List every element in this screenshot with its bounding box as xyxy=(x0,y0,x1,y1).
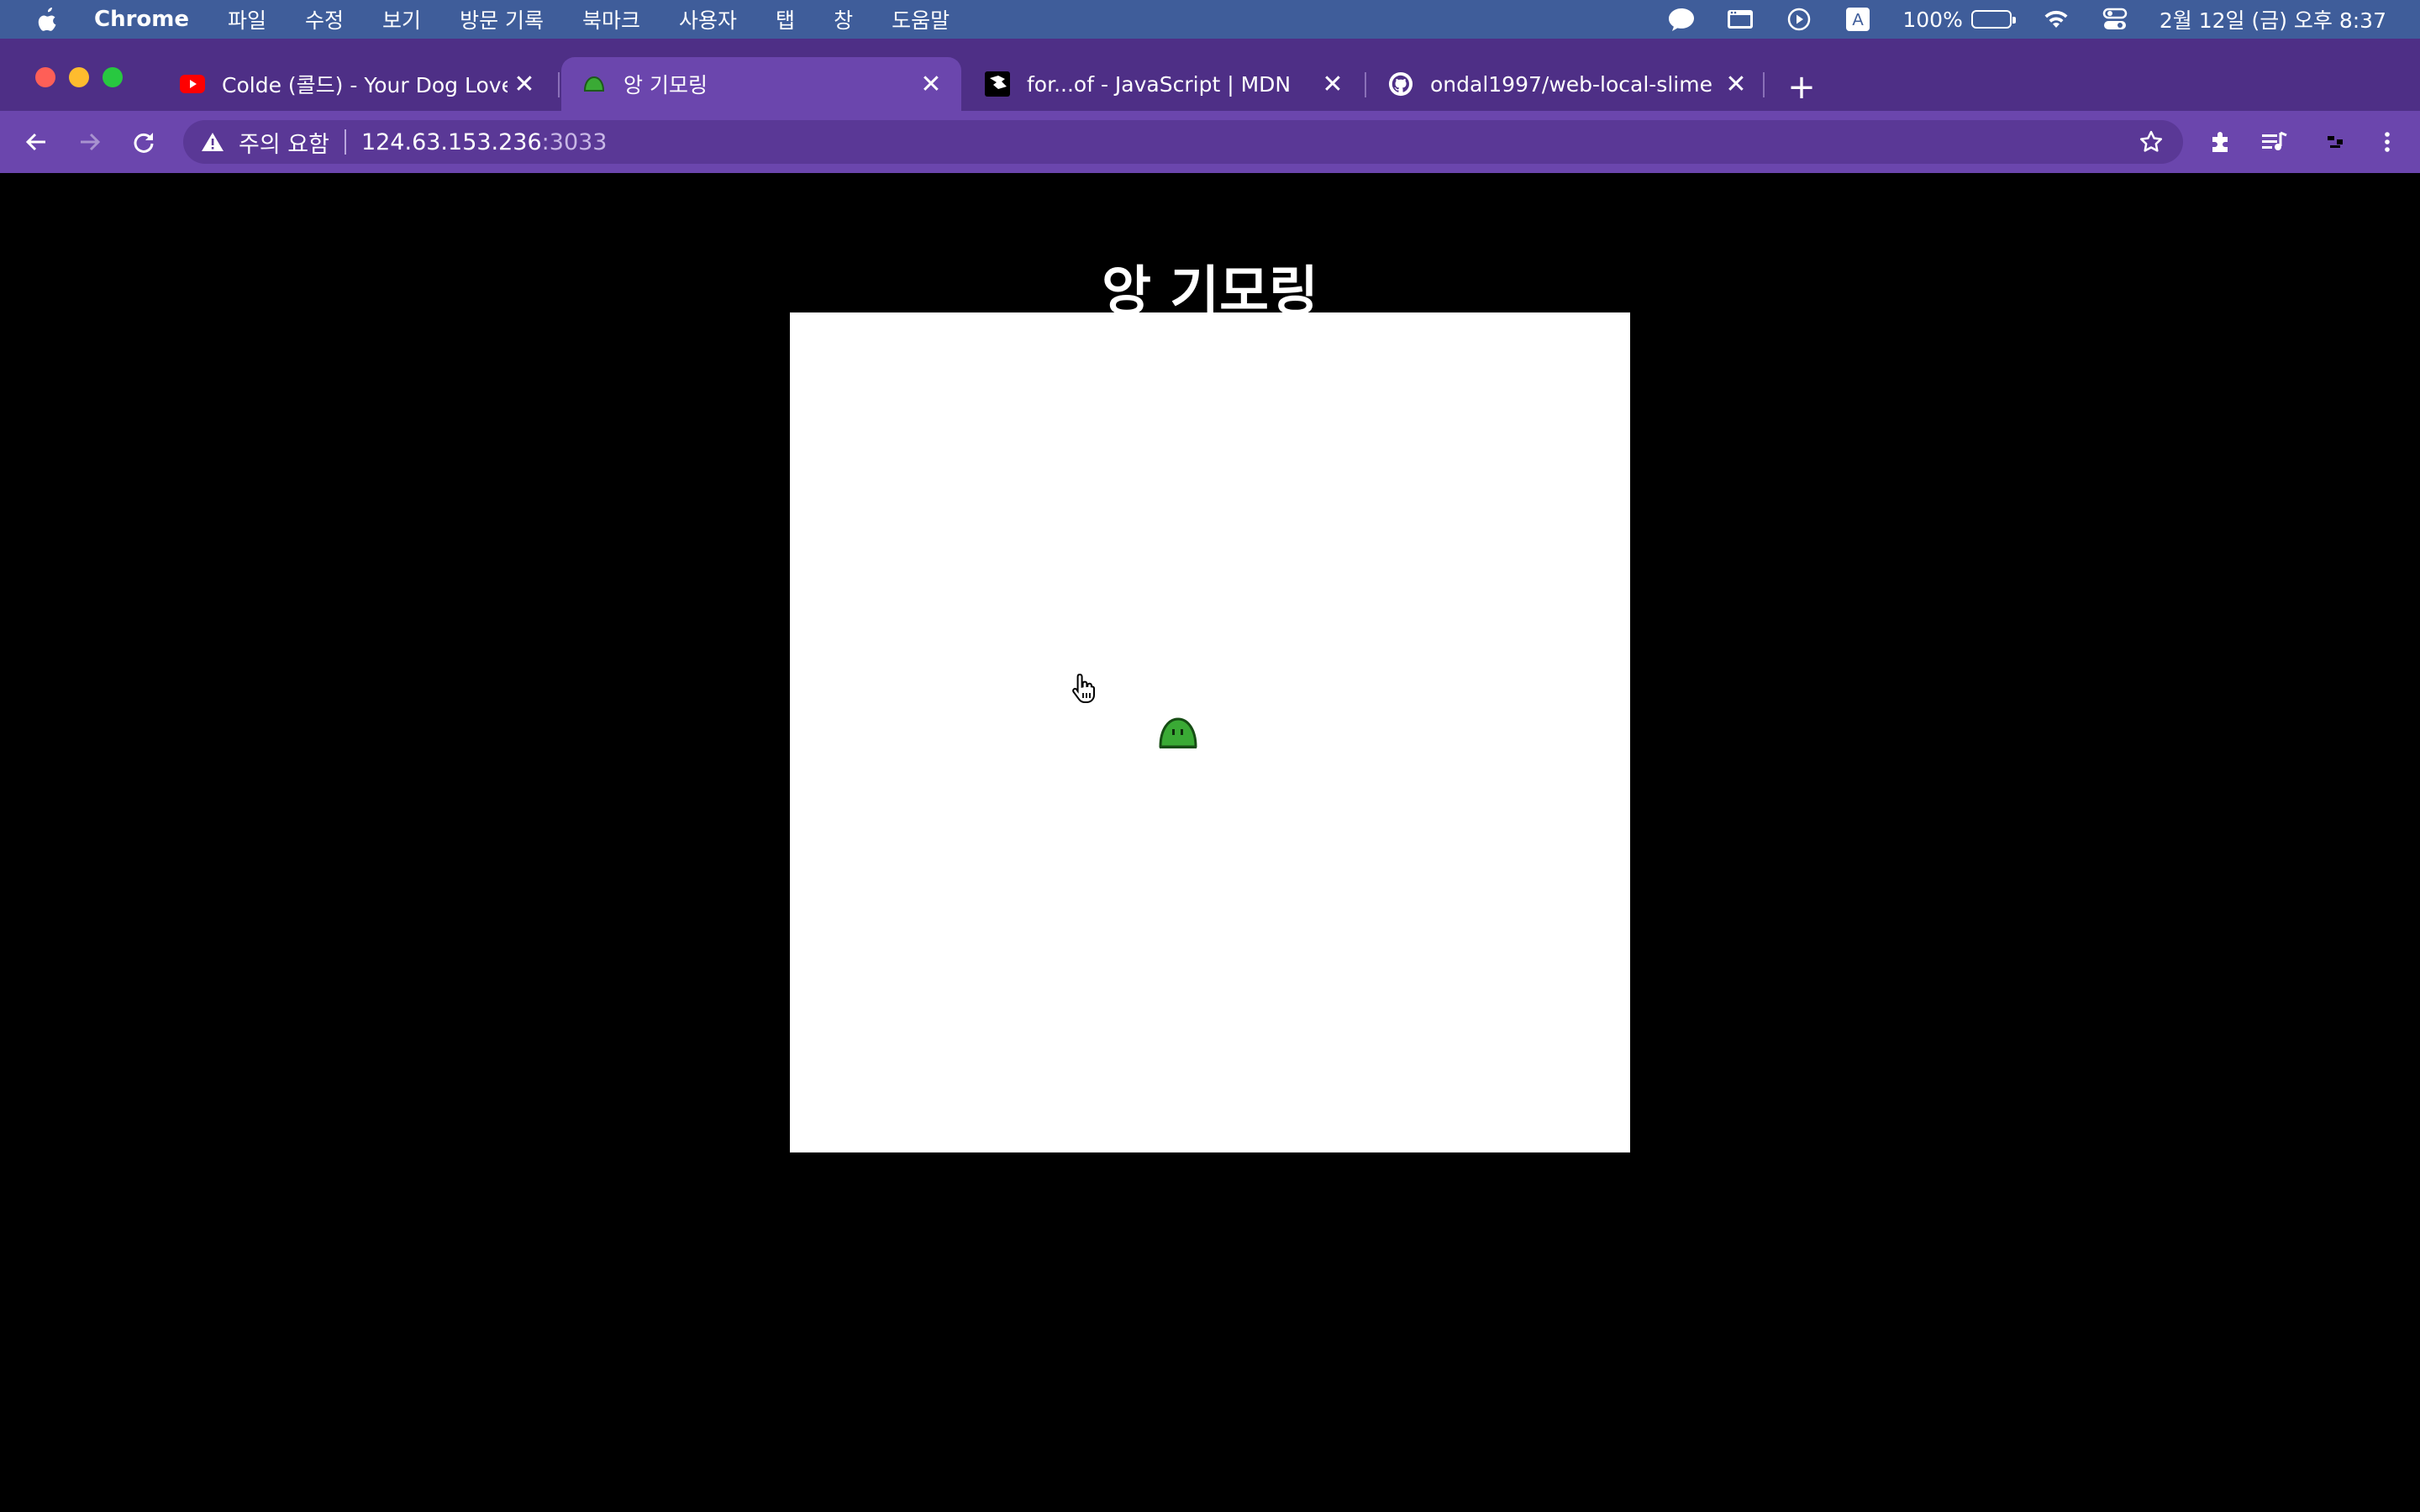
profile-avatar[interactable] xyxy=(2316,123,2354,161)
menubar-status-area: A 100% 2월 12일 (금) 오후 8:37 xyxy=(1637,0,2386,39)
more-menu-icon[interactable] xyxy=(2368,123,2407,161)
slime-icon xyxy=(581,71,607,97)
github-icon xyxy=(1388,71,1413,97)
app-menu-chrome[interactable]: Chrome xyxy=(94,7,189,32)
close-tab-icon[interactable]: ✕ xyxy=(916,69,946,99)
window-controls xyxy=(35,67,136,87)
menu-view[interactable]: 보기 xyxy=(382,4,421,34)
back-button[interactable] xyxy=(17,123,55,161)
menu-edit[interactable]: 수정 xyxy=(305,4,344,34)
svg-text:A: A xyxy=(1853,11,1865,29)
menu-help[interactable]: 도움말 xyxy=(892,4,950,34)
game-canvas[interactable] xyxy=(790,312,1630,1152)
menu-tab[interactable]: 탭 xyxy=(776,4,795,34)
media-queue-icon[interactable] xyxy=(2255,123,2294,161)
warning-icon[interactable] xyxy=(200,129,225,155)
youtube-icon xyxy=(180,71,205,97)
web-page: 앙 기모링 xyxy=(0,173,2420,1512)
address-bar[interactable]: 주의 요함 124.63.153.236:3033 xyxy=(183,120,2183,164)
tab-title: 앙 기모링 xyxy=(623,73,708,97)
close-window-button[interactable] xyxy=(35,67,55,87)
apple-logo-icon[interactable] xyxy=(35,5,60,34)
macos-menu-bar: Chrome 파일 수정 보기 방문 기록 북마크 사용자 탭 창 도움말 A … xyxy=(0,0,2420,39)
battery-indicator[interactable]: 100% xyxy=(1902,7,2016,32)
close-tab-icon[interactable]: ✕ xyxy=(509,69,539,99)
menu-file[interactable]: 파일 xyxy=(228,4,266,34)
tab-slime-game[interactable]: 앙 기모링 ✕ xyxy=(561,57,961,111)
menu-bookmarks[interactable]: 북마크 xyxy=(582,4,640,34)
battery-percent: 100% xyxy=(1902,7,1963,32)
slime-character[interactable] xyxy=(1158,716,1198,749)
tab-separator xyxy=(1763,72,1765,97)
tab-title: Colde (콜드) - Your Dog Loves Y xyxy=(222,73,508,97)
forward-button[interactable] xyxy=(71,123,109,161)
messages-icon[interactable] xyxy=(1667,8,1696,31)
hand-cursor-icon xyxy=(1072,673,1095,703)
close-tab-icon[interactable]: ✕ xyxy=(1318,69,1348,99)
new-tab-button[interactable]: + xyxy=(1781,67,1822,108)
close-tab-icon[interactable]: ✕ xyxy=(1721,69,1751,99)
battery-icon xyxy=(1970,10,2016,29)
tab-title: for...of - JavaScript | MDN xyxy=(1027,71,1292,97)
tab-youtube[interactable]: Colde (콜드) - Your Dog Loves Y ✕ xyxy=(160,57,555,111)
menubar-clock[interactable]: 2월 12일 (금) 오후 8:37 xyxy=(2160,4,2386,34)
omnibox-divider xyxy=(344,129,346,155)
tab-github[interactable]: ondal1997/web-local-slime ✕ xyxy=(1368,57,1766,111)
bookmark-star-icon[interactable] xyxy=(2138,129,2165,155)
tab-strip: Colde (콜드) - Your Dog Loves Y ✕ 앙 기모링 ✕ … xyxy=(0,39,2420,111)
minimize-window-button[interactable] xyxy=(69,67,89,87)
tab-separator xyxy=(558,72,560,97)
chrome-window: Colde (콜드) - Your Dog Loves Y ✕ 앙 기모링 ✕ … xyxy=(0,39,2420,1512)
control-center-icon[interactable] xyxy=(2101,8,2129,31)
menu-window[interactable]: 창 xyxy=(834,4,853,34)
mdn-icon xyxy=(985,71,1010,97)
menu-history[interactable]: 방문 기록 xyxy=(460,4,544,34)
zoom-window-button[interactable] xyxy=(103,67,123,87)
url-host: 124.63.153.236 xyxy=(360,129,542,155)
tab-separator xyxy=(1365,72,1366,97)
play-circle-icon[interactable] xyxy=(1785,8,1813,31)
url-port: :3033 xyxy=(541,129,608,155)
wifi-icon[interactable] xyxy=(2042,8,2070,31)
tab-mdn[interactable]: for...of - JavaScript | MDN ✕ xyxy=(965,57,1363,111)
reload-button[interactable] xyxy=(124,123,163,161)
security-status[interactable]: 주의 요함 xyxy=(239,126,329,159)
screen-icon[interactable] xyxy=(1726,8,1754,31)
tab-title: ondal1997/web-local-slime xyxy=(1430,71,1712,97)
extensions-icon[interactable] xyxy=(2202,123,2240,161)
input-source-icon[interactable]: A xyxy=(1844,8,1872,31)
browser-toolbar: 주의 요함 124.63.153.236:3033 xyxy=(0,111,2420,173)
menu-profiles[interactable]: 사용자 xyxy=(679,4,737,34)
